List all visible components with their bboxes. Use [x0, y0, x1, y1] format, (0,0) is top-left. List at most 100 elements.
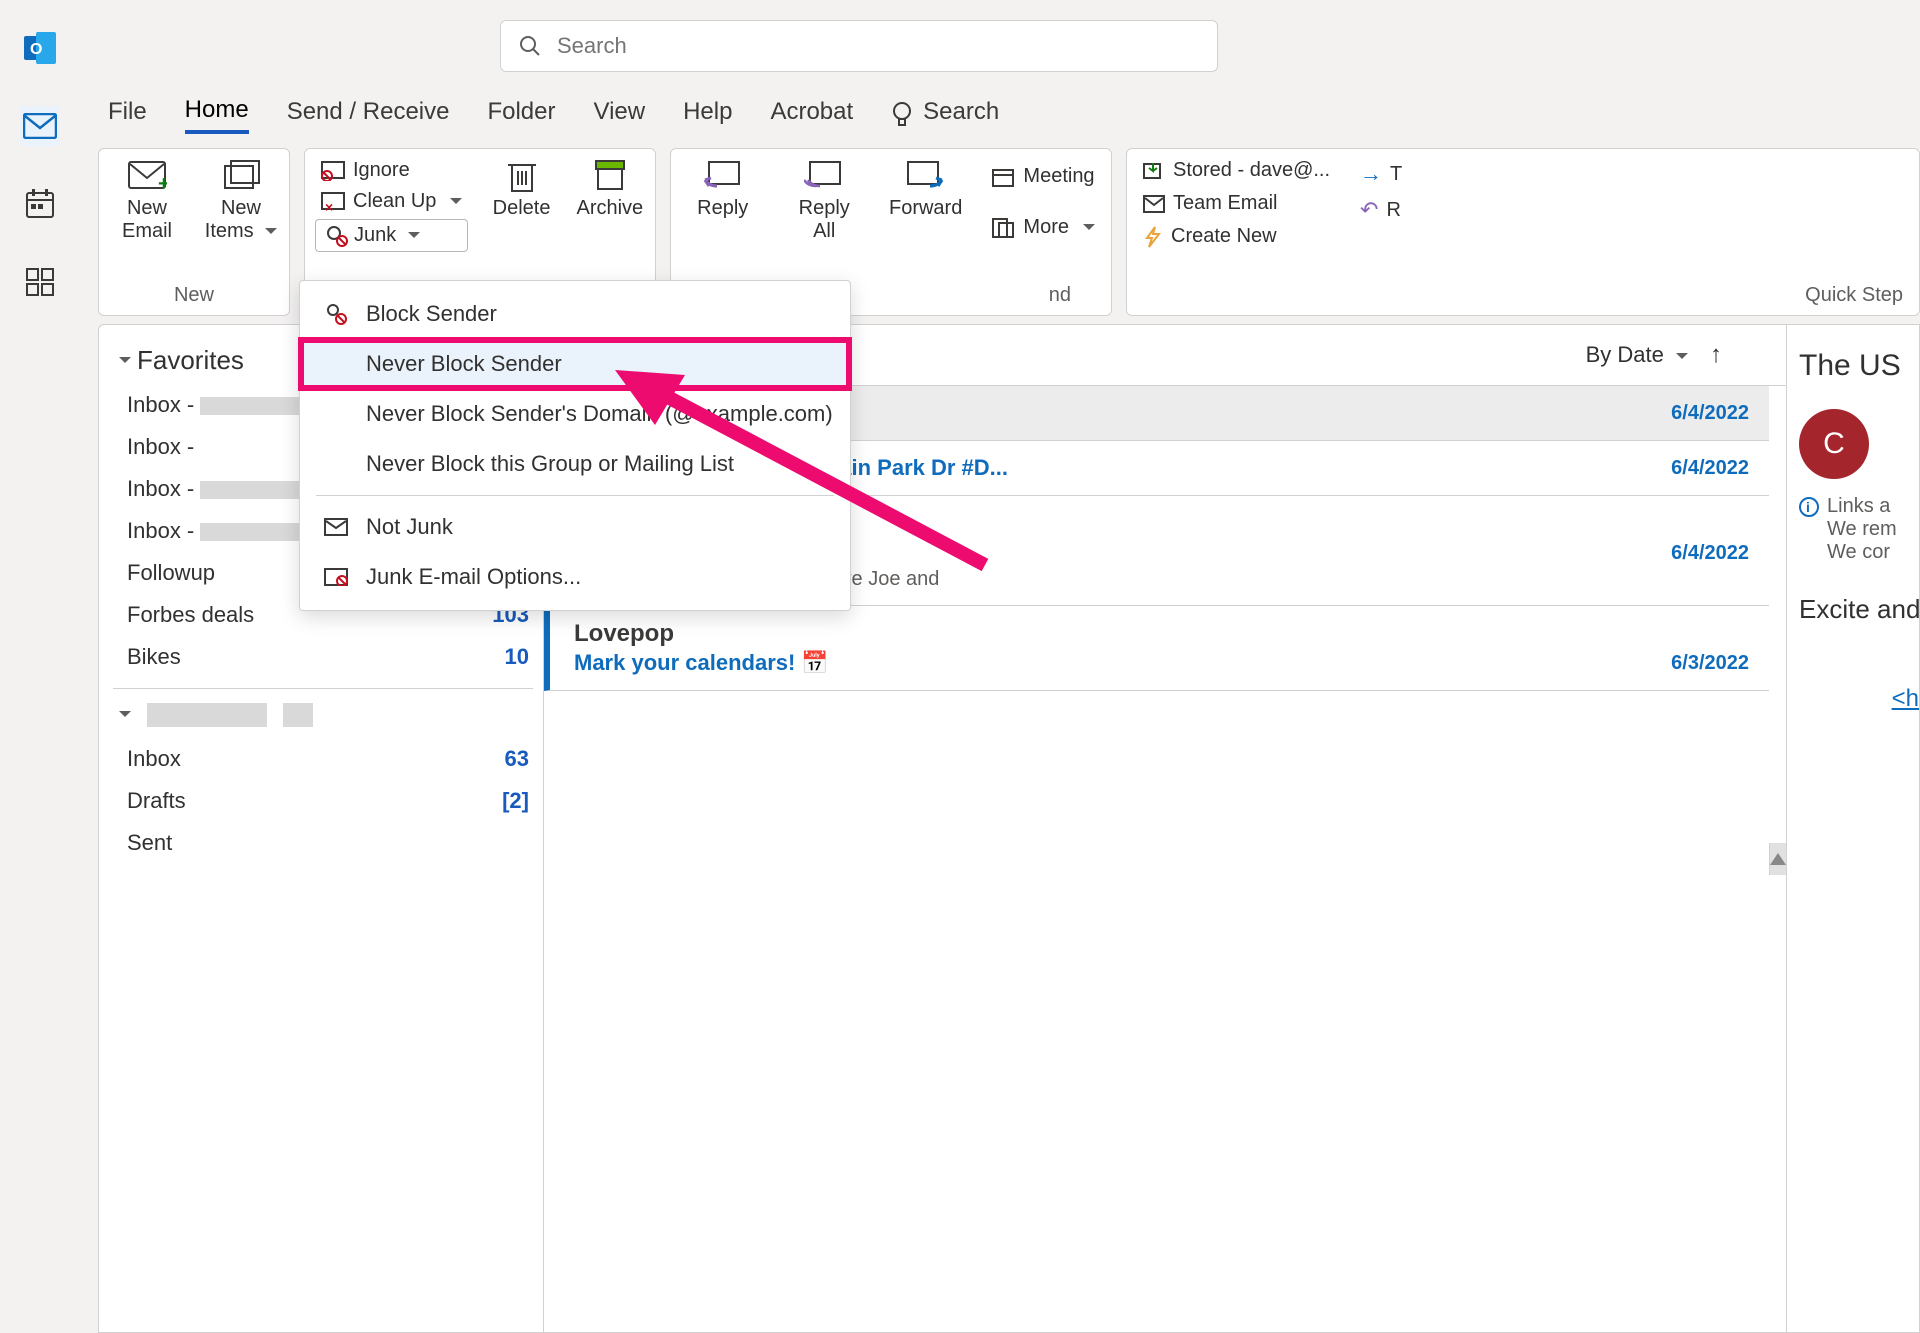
- cleanup-button[interactable]: × Clean Up: [315, 188, 468, 215]
- account-header[interactable]: [113, 699, 533, 738]
- chevron-down-icon: [113, 342, 131, 373]
- btn-label: Create New: [1171, 225, 1277, 248]
- btn-label: Meeting: [1023, 165, 1094, 188]
- msg-date: 6/4/2022: [1671, 457, 1749, 480]
- quick-step-create[interactable]: Create New: [1137, 223, 1336, 250]
- archive-button[interactable]: Archive: [575, 157, 645, 220]
- menu-never-block-sender[interactable]: Never Block Sender: [300, 339, 850, 389]
- meeting-button[interactable]: Meeting: [985, 163, 1101, 190]
- menu-block-sender[interactable]: Block Sender: [300, 289, 850, 339]
- nav-folder[interactable]: Bikes 10: [113, 636, 533, 678]
- reply-all-icon: [804, 157, 844, 193]
- tab-send-receive[interactable]: Send / Receive: [287, 98, 450, 132]
- new-email-icon: +: [127, 157, 167, 193]
- menu-label: Never Block Sender: [366, 351, 562, 377]
- sort-direction-icon[interactable]: ↑: [1710, 341, 1722, 369]
- mail-icon[interactable]: [20, 106, 60, 146]
- rp-link[interactable]: <h: [1799, 685, 1919, 713]
- inbox-arrow-icon: [1143, 161, 1165, 181]
- ignore-icon: [321, 161, 345, 181]
- nav-sent[interactable]: Sent: [113, 822, 533, 864]
- reading-pane: The US C i Links a We rem We cor Excite …: [1787, 324, 1920, 1333]
- tab-home[interactable]: Home: [185, 96, 249, 134]
- menu-never-block-domain[interactable]: Never Block Sender's Domain (@example.co…: [300, 389, 850, 439]
- nav-label: Inbox -: [127, 476, 300, 502]
- forward-button[interactable]: Forward: [884, 157, 967, 220]
- nav-count: 63: [505, 746, 529, 772]
- info-icon: i: [1799, 497, 1819, 517]
- more-respond-button[interactable]: More: [985, 214, 1101, 241]
- more-icon: [991, 217, 1015, 239]
- tab-view[interactable]: View: [594, 98, 646, 132]
- undo-icon: ↶: [1360, 197, 1378, 223]
- reply-all-button[interactable]: Reply All: [782, 157, 865, 243]
- nav-inbox[interactable]: Inbox 63: [113, 738, 533, 780]
- btn-label: Junk: [354, 224, 396, 247]
- msg-subject: Mark your calendars! 📅: [574, 650, 829, 676]
- btn-label: Archive: [576, 197, 643, 220]
- apps-icon[interactable]: [20, 262, 60, 302]
- btn-label: Stored - dave@...: [1173, 159, 1330, 182]
- group-label-quicksteps: Quick Step: [1137, 280, 1909, 311]
- msg-date: 6/4/2022: [1671, 402, 1749, 425]
- quick-step-stored[interactable]: Stored - dave@...: [1137, 157, 1336, 184]
- meeting-icon: [991, 166, 1015, 188]
- nav-label: Inbox: [127, 746, 181, 772]
- nav-label: Sent: [127, 830, 172, 856]
- outlook-logo-icon: O: [20, 28, 60, 68]
- tab-acrobat[interactable]: Acrobat: [770, 98, 853, 132]
- chevron-down-icon: [113, 696, 131, 727]
- message-item[interactable]: LovepopMark your calendars! 📅6/3/2022: [544, 606, 1769, 691]
- btn-label: New Items: [205, 197, 277, 243]
- lightning-icon: [1143, 226, 1163, 248]
- btn-label: Clean Up: [353, 190, 436, 213]
- nav-label: Bikes: [127, 644, 181, 670]
- nav-label: Inbox -: [127, 392, 300, 418]
- nav-label: Followup: [127, 560, 215, 586]
- junk-dropdown: Block Sender Never Block Sender Never Bl…: [299, 280, 851, 611]
- menu-junk-options[interactable]: Junk E-mail Options...: [300, 552, 850, 602]
- forward-icon: [906, 157, 946, 193]
- title-bar: [0, 0, 1920, 92]
- nav-label: Inbox -: [127, 518, 300, 544]
- menu-label: Junk E-mail Options...: [366, 564, 581, 590]
- btn-label: Reply: [697, 197, 748, 220]
- nav-drafts[interactable]: Drafts [2]: [113, 780, 533, 822]
- quick-step-team[interactable]: Team Email: [1137, 190, 1336, 217]
- msg-date: 6/4/2022: [1671, 542, 1749, 565]
- new-items-button[interactable]: New Items: [203, 157, 279, 243]
- rp-text: We rem: [1799, 518, 1919, 541]
- rp-text: We cor: [1799, 541, 1919, 564]
- tab-help[interactable]: Help: [683, 98, 732, 132]
- group-label-new: New: [109, 280, 279, 311]
- search-box[interactable]: [500, 20, 1218, 72]
- calendar-icon[interactable]: [20, 184, 60, 224]
- menu-label: Never Block Sender's Domain (@example.co…: [366, 401, 833, 427]
- tab-file[interactable]: File: [108, 98, 147, 132]
- btn-label: More: [1023, 216, 1069, 239]
- new-email-button[interactable]: + New Email: [109, 157, 185, 243]
- lightbulb-icon: [891, 101, 913, 129]
- redacted-account: [147, 703, 267, 727]
- favorites-label: Favorites: [137, 345, 244, 376]
- reply-button[interactable]: Reply: [681, 157, 764, 220]
- search-input[interactable]: [555, 32, 1199, 60]
- scrollbar[interactable]: [1769, 843, 1786, 875]
- delete-button[interactable]: Delete: [486, 157, 556, 220]
- btn-label: Ignore: [353, 159, 410, 182]
- quick-step-arrow1[interactable]: →T: [1354, 159, 1408, 189]
- rp-body: Excite and: [1799, 594, 1919, 625]
- reply-icon: [703, 157, 743, 193]
- menu-never-block-group[interactable]: Never Block this Group or Mailing List: [300, 439, 850, 489]
- mail-icon: [1143, 195, 1165, 213]
- quick-step-arrow2[interactable]: ↶R: [1354, 195, 1408, 225]
- tab-folder[interactable]: Folder: [487, 98, 555, 132]
- svg-text:i: i: [1806, 499, 1810, 515]
- menu-not-junk[interactable]: Not Junk: [300, 502, 850, 552]
- sort-by-date[interactable]: By Date: [1586, 342, 1688, 368]
- tab-tell-me[interactable]: Search: [923, 98, 999, 132]
- nav-label: Drafts: [127, 788, 186, 814]
- archive-icon: [592, 157, 628, 193]
- junk-button[interactable]: Junk: [315, 219, 468, 252]
- ignore-button[interactable]: Ignore: [315, 157, 468, 184]
